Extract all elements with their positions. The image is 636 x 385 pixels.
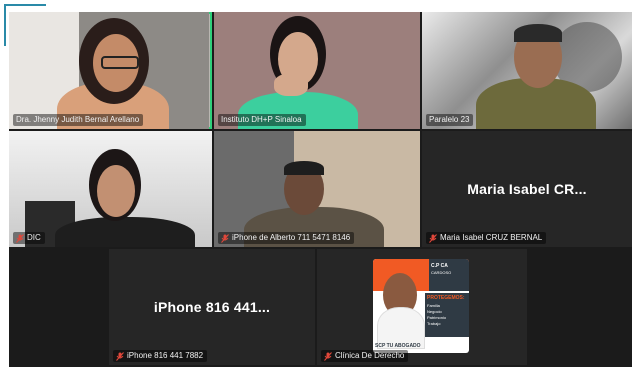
- mic-muted-icon: [429, 233, 437, 243]
- participant-tile-4[interactable]: DIC: [9, 131, 212, 247]
- participant-name-7: iPhone 816 441 7882: [127, 351, 204, 360]
- participant-nameplate-6: Maria Isabel CRUZ BERNAL: [426, 232, 547, 244]
- participant-tile-8[interactable]: C.P CA CARDOSO PROTEGEMOS: Familia Negoc…: [317, 249, 527, 365]
- participant-nameplate-3: Paralelo 23: [426, 114, 474, 126]
- poster-item-4: Trabajo: [427, 321, 441, 326]
- participant-name-1: Dra. Jhenny Judith Bernal Arellano: [16, 115, 140, 124]
- profile-picture-poster: C.P CA CARDOSO PROTEGEMOS: Familia Negoc…: [373, 259, 469, 353]
- participant-display-name-6: Maria Isabel CR...: [467, 181, 587, 197]
- mic-muted-icon: [221, 233, 229, 243]
- participant-name-3: Paralelo 23: [429, 115, 470, 124]
- participant-tile-2[interactable]: Instituto DH+P Sinaloa: [214, 12, 420, 129]
- participant-nameplate-7: iPhone 816 441 7882: [113, 350, 208, 362]
- mic-muted-icon: [116, 351, 124, 361]
- participant-tile-1[interactable]: Dra. Jhenny Judith Bernal Arellano: [9, 12, 212, 129]
- participant-tile-5[interactable]: iPhone de Alberto 711 5471 8146: [214, 131, 420, 247]
- participant-nameplate-1: Dra. Jhenny Judith Bernal Arellano: [13, 114, 144, 126]
- participant-name-4: DIC: [27, 233, 41, 242]
- participant-nameplate-4: DIC: [13, 232, 45, 244]
- poster-header-2: CARDOSO: [431, 270, 452, 275]
- participant-name-8: Clínica De Derecho: [335, 351, 405, 360]
- participant-nameplate-5: iPhone de Alberto 711 5471 8146: [218, 232, 355, 244]
- mic-muted-icon: [324, 351, 332, 361]
- participant-name-5: iPhone de Alberto 711 5471 8146: [232, 233, 351, 242]
- participant-tile-7[interactable]: iPhone 816 441... iPhone 816 441 7882: [109, 249, 315, 365]
- participant-display-name-7: iPhone 816 441...: [153, 299, 271, 315]
- video-grid: Dra. Jhenny Judith Bernal Arellano Insti…: [9, 12, 632, 367]
- mic-muted-icon: [16, 233, 24, 243]
- participant-nameplate-8: Clínica De Derecho: [321, 350, 409, 362]
- participant-name-6: Maria Isabel CRUZ BERNAL: [440, 233, 543, 242]
- poster-title: PROTEGEMOS:: [427, 295, 465, 301]
- participant-nameplate-2: Instituto DH+P Sinaloa: [218, 114, 306, 126]
- poster-footer: SCP TU ABOGADO: [375, 343, 421, 349]
- participant-tile-3[interactable]: Paralelo 23: [422, 12, 632, 129]
- participant-tile-6[interactable]: Maria Isabel CR... Maria Isabel CRUZ BER…: [422, 131, 632, 247]
- poster-header-1: C.P CA: [431, 263, 448, 269]
- participant-name-2: Instituto DH+P Sinaloa: [221, 115, 302, 124]
